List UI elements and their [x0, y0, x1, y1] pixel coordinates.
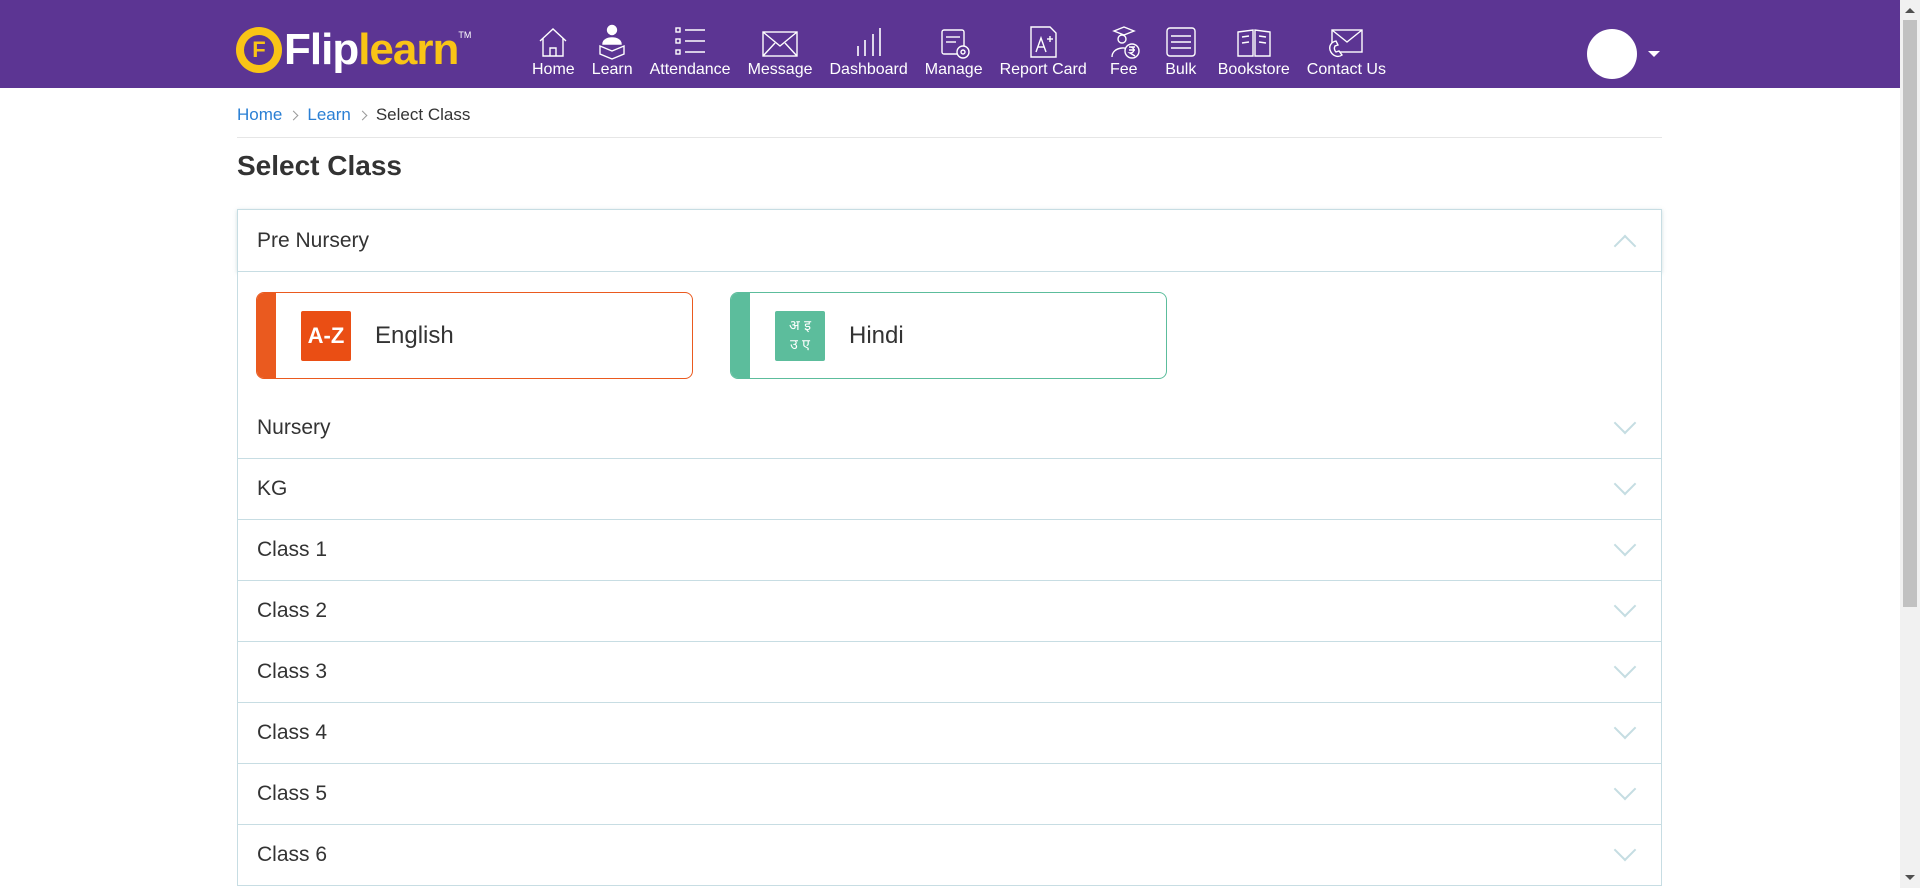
subject-card-accent [257, 293, 276, 378]
chevron-down-icon[interactable] [1613, 655, 1637, 679]
fee-rupee-icon [1111, 26, 1140, 59]
accordion-header-nursery[interactable]: Nursery [237, 398, 1662, 459]
logo-text-learn: learn [358, 25, 459, 74]
book-icon [1237, 29, 1271, 57]
subject-card-hindi[interactable]: अ इ उ ए Hindi [730, 292, 1167, 379]
avatar-dropdown-caret-icon[interactable] [1648, 51, 1660, 57]
scroll-down-arrow-icon[interactable] [1905, 875, 1915, 880]
nav-dashboard-label: Dashboard [829, 61, 908, 78]
learn-icon [599, 24, 625, 60]
hindi-subject-icon: अ इ उ ए [775, 310, 825, 361]
accordion-header-class-5[interactable]: Class 5 [237, 764, 1662, 825]
logo-text-flip: Flip [284, 25, 359, 74]
accordion-panel-pre-nursery: A-Z English अ इ उ ए Hindi [237, 272, 1662, 398]
envelope-icon [762, 31, 798, 57]
nav-manage-label: Manage [924, 61, 983, 78]
breadcrumb-chevron-icon [357, 110, 368, 120]
subject-card-accent [731, 293, 750, 378]
fliplearn-logo[interactable]: F Flip learn TM [236, 24, 471, 76]
class-name: Class 5 [257, 782, 328, 805]
english-subject-icon: A-Z [301, 310, 351, 361]
page-scrollbar[interactable] [1900, 0, 1920, 888]
chevron-down-icon[interactable] [1613, 838, 1637, 862]
hindi-icon-line-1: अ इ [788, 317, 812, 334]
logo-badge-icon: F [236, 27, 282, 73]
nav-fee[interactable]: Fee [1104, 24, 1144, 80]
scroll-up-arrow-icon[interactable] [1905, 8, 1915, 13]
nav-contact-us-label: Contact Us [1306, 61, 1386, 78]
chevron-down-icon[interactable] [1613, 716, 1637, 740]
chevron-down-icon[interactable] [1613, 533, 1637, 557]
class-name: Nursery [257, 416, 331, 439]
class-name: Class 4 [257, 721, 328, 744]
accordion-header-pre-nursery[interactable]: Pre Nursery [237, 209, 1662, 272]
attendance-list-icon [675, 27, 706, 55]
class-accordion: Pre Nursery A-Z English अ इ उ ए Hindi Nu… [237, 209, 1662, 886]
scroll-thumb[interactable] [1903, 20, 1917, 607]
breadcrumb-current: Select Class [375, 105, 471, 124]
nav-bulk-label: Bulk [1165, 61, 1197, 78]
manage-settings-icon [940, 29, 970, 59]
class-name: Class 3 [257, 660, 328, 683]
chevron-up-icon[interactable] [1613, 234, 1637, 257]
accordion-header-class-3[interactable]: Class 3 [237, 642, 1662, 703]
home-icon [539, 28, 567, 57]
breadcrumb: Home Learn Select Class [237, 105, 470, 125]
nav-home[interactable]: Home [532, 24, 575, 80]
hindi-icon-line-2: उ ए [790, 336, 810, 353]
nav-learn-label: Learn [591, 61, 633, 78]
logo-badge-letter: F [244, 35, 274, 65]
top-navigation-bar: F Flip learn TM Home Learn Attendance Me… [0, 0, 1900, 88]
breadcrumb-home[interactable]: Home [237, 105, 282, 125]
accordion-header-class-2[interactable]: Class 2 [237, 581, 1662, 642]
nav-contact-us[interactable]: Contact Us [1307, 24, 1386, 80]
nav-report-card-label: Report Card [999, 61, 1087, 78]
bar-chart-icon [856, 28, 881, 56]
nav-home-label: Home [532, 61, 575, 78]
accordion-header-class-6[interactable]: Class 6 [237, 825, 1662, 886]
main-nav: Home Learn Attendance Message Dashboard … [532, 20, 1403, 80]
nav-report-card[interactable]: Report Card [1000, 24, 1087, 80]
class-name: Class 2 [257, 599, 328, 622]
subject-label: English [375, 321, 454, 349]
class-name: KG [257, 477, 288, 500]
breadcrumb-chevron-icon [288, 110, 299, 120]
nav-message[interactable]: Message [747, 24, 813, 80]
accordion-header-kg[interactable]: KG [237, 459, 1662, 520]
class-name: Class 1 [257, 538, 328, 561]
accordion-header-class-4[interactable]: Class 4 [237, 703, 1662, 764]
breadcrumb-learn[interactable]: Learn [307, 105, 350, 125]
contact-envelope-icon [1329, 29, 1364, 58]
chevron-down-icon[interactable] [1613, 594, 1637, 618]
class-name: Pre Nursery [257, 228, 370, 252]
nav-bulk[interactable]: Bulk [1161, 24, 1201, 80]
report-card-icon [1030, 26, 1057, 58]
nav-bookstore[interactable]: Bookstore [1218, 24, 1290, 80]
chevron-down-icon[interactable] [1613, 472, 1637, 496]
nav-attendance-label: Attendance [649, 61, 731, 78]
nav-fee-label: Fee [1109, 61, 1138, 78]
chevron-down-icon[interactable] [1613, 777, 1637, 801]
bulk-stack-icon [1166, 27, 1196, 57]
subject-label: Hindi [849, 321, 904, 349]
nav-message-label: Message [747, 61, 813, 78]
nav-learn[interactable]: Learn [592, 24, 633, 80]
subject-card-english[interactable]: A-Z English [256, 292, 693, 379]
breadcrumb-divider [237, 137, 1662, 138]
nav-attendance[interactable]: Attendance [650, 24, 731, 80]
nav-manage[interactable]: Manage [925, 24, 983, 80]
nav-bookstore-label: Bookstore [1217, 61, 1290, 78]
page-title: Select Class [237, 150, 402, 181]
chevron-down-icon[interactable] [1613, 411, 1637, 435]
class-name: Class 6 [257, 843, 328, 866]
logo-trademark: TM [458, 30, 472, 40]
nav-dashboard[interactable]: Dashboard [829, 24, 908, 80]
accordion-header-class-1[interactable]: Class 1 [237, 520, 1662, 581]
user-avatar[interactable] [1587, 29, 1637, 79]
